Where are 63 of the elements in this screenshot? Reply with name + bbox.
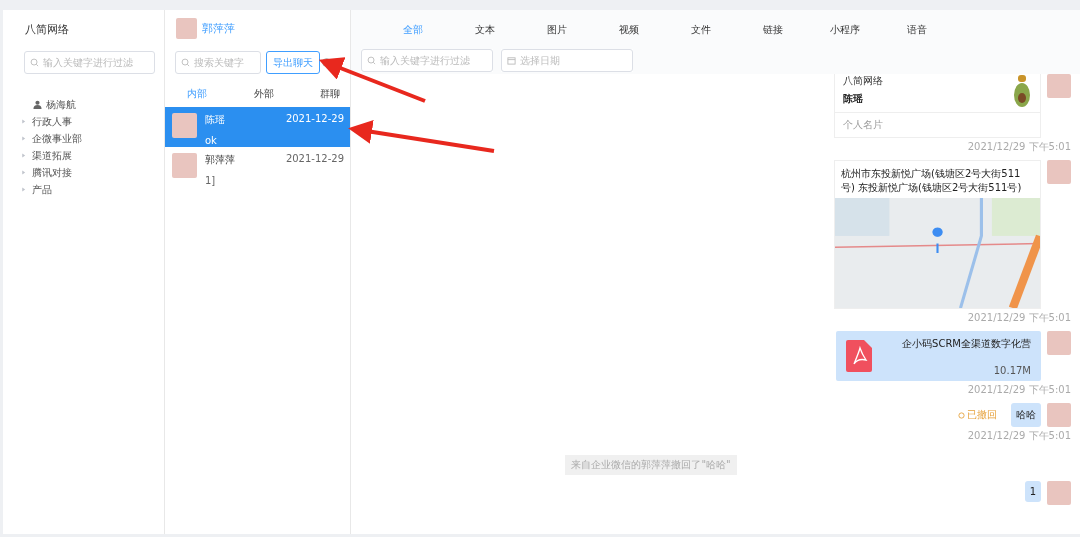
conversation-date: 2021-12-29: [285, 153, 344, 166]
message-type-tab[interactable]: 小程序: [809, 23, 881, 37]
location-address: 杭州市东投新悦广场(钱塘区2号大街511号) 东投新悦广场(钱塘区2号大街511号): [840, 167, 1023, 195]
file-size: 10.17M: [993, 364, 1031, 376]
calendar-icon: [507, 56, 516, 65]
expand-caret-icon[interactable]: [21, 170, 26, 175]
message-type-tab[interactable]: 语音: [881, 23, 953, 37]
message-type-tab[interactable]: 文件: [665, 23, 737, 37]
message-type-tab[interactable]: 文本: [449, 23, 521, 37]
avatar-image: [1047, 481, 1071, 505]
message-preview: ok: [205, 135, 218, 146]
tree-item[interactable]: 腾讯对接: [21, 164, 154, 181]
avocado-icon: [1012, 74, 1032, 108]
avatar-image: [1047, 160, 1071, 184]
avatar-image: [172, 113, 197, 138]
recalled-label: 已撤回: [967, 408, 997, 422]
message-preview: 1]: [205, 175, 217, 186]
message-timestamp: 2021/12/29 下午5:01: [967, 383, 1071, 397]
avatar-image: [172, 153, 197, 178]
expand-caret-icon[interactable]: [21, 136, 26, 141]
tree-item[interactable]: 产品: [21, 181, 154, 198]
search-icon: [181, 58, 190, 67]
conversation-date: 2021-12-29: [285, 113, 344, 126]
text-message: 哈哈: [1011, 403, 1041, 427]
recall-notice: 来自企业微信的郭萍萍撤回了"哈哈": [565, 455, 737, 475]
card-name: 陈瑶: [843, 92, 864, 106]
message-timestamp: 2021/12/29 下午5:01: [967, 429, 1071, 443]
org-title: 八简网络: [25, 22, 70, 37]
avatar-image: [1047, 74, 1071, 98]
card-label: 个人名片: [842, 118, 884, 132]
contact-card[interactable]: 八简网络 陈瑶 个人名片: [834, 74, 1041, 138]
conversation-item[interactable]: 郭萍萍 2021-12-29 1]: [165, 147, 350, 187]
message-timestamp: 2021/12/29 下午5:01: [967, 311, 1071, 325]
contact-name: 郭萍萍: [205, 153, 235, 167]
avatar-image: [1047, 403, 1071, 427]
text-message: 1: [1024, 481, 1041, 502]
file-message[interactable]: 企小码SCRM全渠道数字化营 10.17M: [836, 331, 1041, 381]
contact-tab[interactable]: 群聊: [320, 87, 340, 101]
avatar-image: [176, 18, 197, 39]
expand-caret-icon[interactable]: [21, 119, 26, 124]
contact-name: 陈瑶: [205, 113, 225, 127]
message-type-tab[interactable]: 链接: [737, 23, 809, 37]
tree-item[interactable]: 行政人事: [21, 113, 154, 130]
pdf-file-icon: [846, 340, 872, 372]
location-card[interactable]: 杭州市东投新悦广场(钱塘区2号大街511号) 东投新悦广场(钱塘区2号大街511号): [834, 160, 1041, 309]
search-icon: [30, 58, 39, 67]
message-type-tab[interactable]: 视频: [593, 23, 665, 37]
search-icon: [367, 56, 376, 65]
person-icon: [33, 100, 42, 109]
recalled-icon: [958, 411, 965, 419]
tree-item[interactable]: 企微事业部: [21, 130, 154, 147]
expand-caret-icon[interactable]: [21, 153, 26, 158]
avatar-image: [1047, 331, 1071, 355]
card-company: 八简网络: [843, 74, 883, 88]
file-name: 企小码SCRM全渠道数字化营: [902, 336, 1031, 351]
tree-item[interactable]: 渠道拓展: [21, 147, 154, 164]
tree-item[interactable]: 杨海航: [33, 96, 154, 113]
contact-tab[interactable]: 外部: [253, 87, 274, 101]
user-name: 郭萍萍: [202, 21, 235, 36]
message-type-tab[interactable]: 图片: [521, 23, 593, 37]
message-timestamp: 2021/12/29 下午5:01: [967, 140, 1071, 154]
search-field[interactable]: 搜索关键字: [175, 51, 261, 74]
expand-caret-icon[interactable]: [21, 187, 26, 192]
